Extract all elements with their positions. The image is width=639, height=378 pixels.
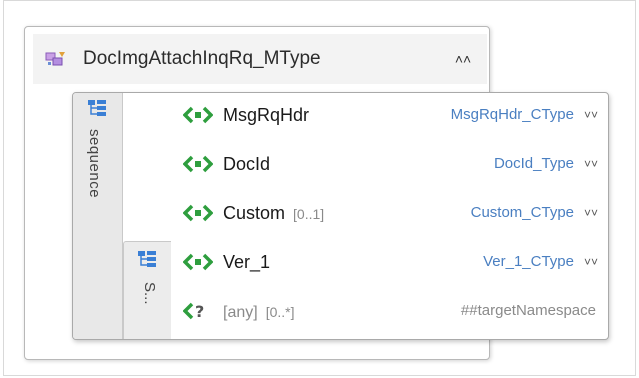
element-type-link[interactable]: DocId_Type [494, 153, 574, 175]
expand-chevron-icon[interactable]: ˅˅ [582, 154, 600, 174]
element-row[interactable]: Ver_1 Ver_1_CType ˅˅ [171, 240, 608, 288]
any-namespace: ##targetNamespace [460, 302, 596, 319]
svg-text:?: ? [195, 302, 204, 320]
complex-type-name: DocImgAttachInqRq_MType [83, 48, 321, 69]
element-icon [183, 253, 213, 271]
sequence-side-panel: sequence [73, 93, 123, 339]
element-occurs: [0..1] [293, 206, 325, 222]
any-element-row[interactable]: ? [any] [0..*] ##targetNamespace [171, 289, 608, 337]
element-name: MsgRqHdr [223, 105, 310, 125]
element-type-link[interactable]: Custom_CType [471, 202, 574, 224]
element-row[interactable]: MsgRqHdr MsgRqHdr_CType ˅˅ [171, 93, 608, 141]
collapse-chevron-icon[interactable]: ˄˄ [452, 48, 474, 70]
element-name: DocId [223, 154, 271, 174]
element-name: Custom [0..1] [223, 203, 325, 223]
element-icon [183, 106, 213, 124]
expand-chevron-icon[interactable]: ˅˅ [582, 252, 600, 272]
expand-chevron-icon[interactable]: ˅˅ [582, 105, 600, 125]
sequence-label: sequence [86, 129, 103, 199]
any-element-occurs: [0..*] [265, 304, 295, 320]
any-element-name: [any] [0..*] [223, 304, 295, 321]
inner-sequence-box[interactable]: S... [123, 241, 171, 339]
element-row[interactable]: Custom [0..1] Custom_CType ˅˅ [171, 191, 608, 239]
complex-type-icon [45, 52, 65, 66]
any-element-icon: ? [183, 302, 204, 320]
inner-sequence-label: S... [141, 282, 158, 305]
element-row[interactable]: DocId DocId_Type ˅˅ [171, 142, 608, 190]
element-icon [183, 155, 213, 173]
sequence-box[interactable]: sequence S... MsgRqHdr MsgRqHdr_CType ˅˅… [72, 92, 609, 340]
sequence-icon [88, 100, 106, 116]
element-type-link[interactable]: Ver_1_CType [483, 251, 574, 273]
element-icon [183, 204, 213, 222]
element-type-link[interactable]: MsgRqHdr_CType [451, 104, 574, 126]
expand-chevron-icon[interactable]: ˅˅ [582, 203, 600, 223]
complex-type-header[interactable]: DocImgAttachInqRq_MType ˄˄ [33, 34, 487, 84]
element-name: Ver_1 [223, 252, 271, 272]
sequence-icon [138, 251, 156, 267]
